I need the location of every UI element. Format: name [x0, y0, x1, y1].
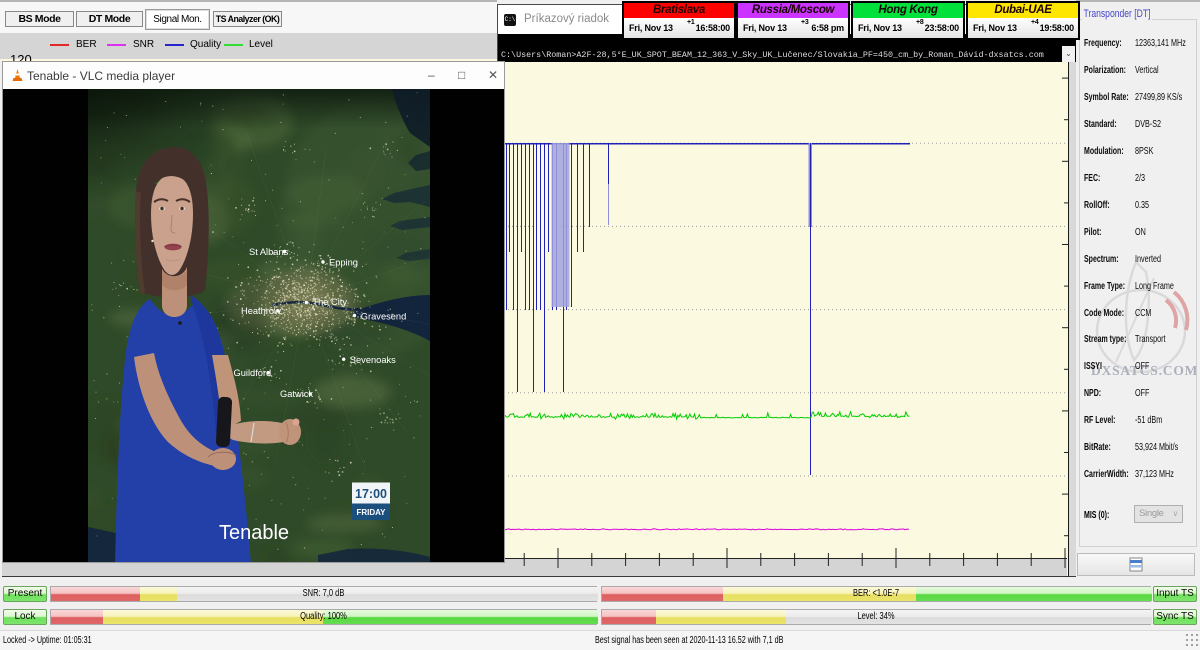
svg-text:St Albans: St Albans: [249, 247, 289, 257]
svg-text:17:00: 17:00: [355, 487, 387, 501]
svg-text:The City: The City: [312, 297, 347, 307]
svg-text:Epping: Epping: [329, 258, 358, 268]
svg-text:Gatwick: Gatwick: [280, 389, 313, 399]
svg-text:Tenable: Tenable: [219, 522, 289, 544]
svg-text:FRIDAY: FRIDAY: [356, 508, 386, 517]
svg-text:Guildford: Guildford: [234, 368, 272, 378]
svg-text:Heathrow: Heathrow: [241, 306, 281, 316]
svg-text:Sevenoaks: Sevenoaks: [350, 355, 396, 365]
svg-text:Gravesend: Gravesend: [361, 312, 406, 322]
